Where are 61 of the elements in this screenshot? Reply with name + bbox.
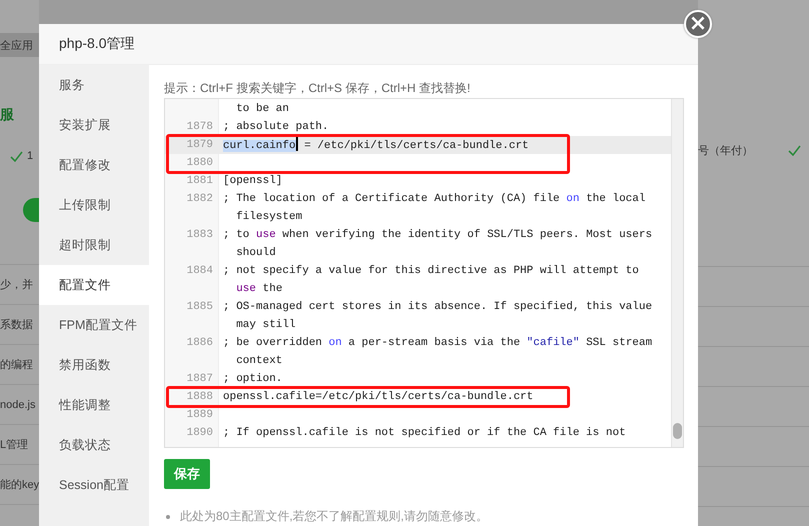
sidebar-item[interactable]: 禁用函数: [39, 345, 149, 385]
dialog-title: php-8.0管理: [59, 35, 134, 53]
code-text: filesystem: [235, 211, 302, 223]
sidebar-item[interactable]: 安装扩展: [39, 105, 149, 145]
code-text: ; option.: [223, 373, 282, 385]
background-text: 全应用: [0, 38, 33, 52]
line-number: 1878: [186, 120, 214, 135]
status-icon: [23, 198, 39, 222]
line-number: 1889: [186, 408, 214, 423]
background-text: 1: [27, 150, 34, 162]
sidebar-item[interactable]: 上传限制: [39, 185, 149, 225]
line-number: 1887: [186, 372, 214, 387]
line-number: 1890: [186, 426, 214, 441]
check-icon: [788, 144, 801, 156]
line-number: 1882: [186, 192, 214, 207]
background-text: 服: [0, 106, 14, 124]
line-number: 1879: [186, 138, 214, 153]
code-text: to be an: [235, 103, 290, 115]
sidebar-item[interactable]: 负载状态: [39, 425, 149, 465]
code-text: [openssl]: [223, 175, 282, 187]
code-text: ; If openssl.cafile is not specified or if the CA file is not: [223, 427, 626, 439]
code-text: use the: [235, 283, 282, 295]
background-text: 号（年付）: [698, 144, 753, 158]
background-text: 少，并: [0, 278, 33, 292]
code-text: may still: [235, 319, 296, 331]
sidebar-item[interactable]: FPM配置文件: [39, 305, 149, 345]
background-text: node.js: [0, 398, 36, 410]
code-text: ; absolute path.: [223, 121, 329, 133]
code-text: ; OS-managed cert stores in its absence. If specified, this value: [223, 301, 652, 313]
background-text: 的编程: [0, 358, 33, 372]
background-text: 系数据: [0, 318, 33, 332]
background-text: 能的key: [0, 478, 39, 492]
code-text: curl.cainfo = /etc/pki/tls/certs/ca-bundle.crt: [223, 140, 529, 152]
line-number: 1888: [186, 390, 214, 405]
line-number: 1881: [186, 174, 214, 189]
check-icon: [10, 150, 23, 162]
code-text: should: [235, 247, 276, 259]
bullet-dot: [166, 514, 170, 518]
code-text: ; not specify a value for this directive as PHP will attempt to: [223, 265, 639, 277]
sidebar-item[interactable]: 性能调整: [39, 385, 149, 425]
line-number: 1880: [186, 156, 214, 171]
text-cursor: [296, 136, 298, 151]
code-text: context: [235, 355, 282, 367]
sidebar-item[interactable]: 配置修改: [39, 145, 149, 185]
note-text: 此处为80主配置文件,若您不了解配置规则,请勿随意修改。: [180, 508, 488, 525]
code-text: openssl.cafile=/etc/pki/tls/certs/ca-bundle.crt: [223, 391, 534, 403]
scrollbar[interactable]: [671, 99, 683, 447]
sidebar-item[interactable]: 配置文件: [39, 265, 149, 305]
line-number: 1884: [186, 264, 214, 279]
code-text: ; to use when verifying the identity of SSL/TLS peers. Most users: [223, 229, 652, 241]
background-text: L管理: [0, 438, 28, 452]
scrollbar-thumb[interactable]: [673, 423, 682, 439]
code-text: ; The location of a Certificate Authority (CA) file on the local: [223, 193, 646, 205]
sidebar-item[interactable]: Session配置: [39, 465, 149, 505]
sidebar-item[interactable]: 超时限制: [39, 225, 149, 265]
code-text: ; be overridden on a per-stream basis via the "cafile" SSL stream: [223, 337, 652, 349]
hint-text: 提示：Ctrl+F 搜索关键字，Ctrl+S 保存，Ctrl+H 查找替换!: [164, 81, 470, 95]
line-number: 1886: [186, 336, 214, 351]
sidebar-item[interactable]: 服务: [39, 65, 149, 105]
line-number: 1883: [186, 228, 214, 243]
line-number: 1885: [186, 300, 214, 315]
